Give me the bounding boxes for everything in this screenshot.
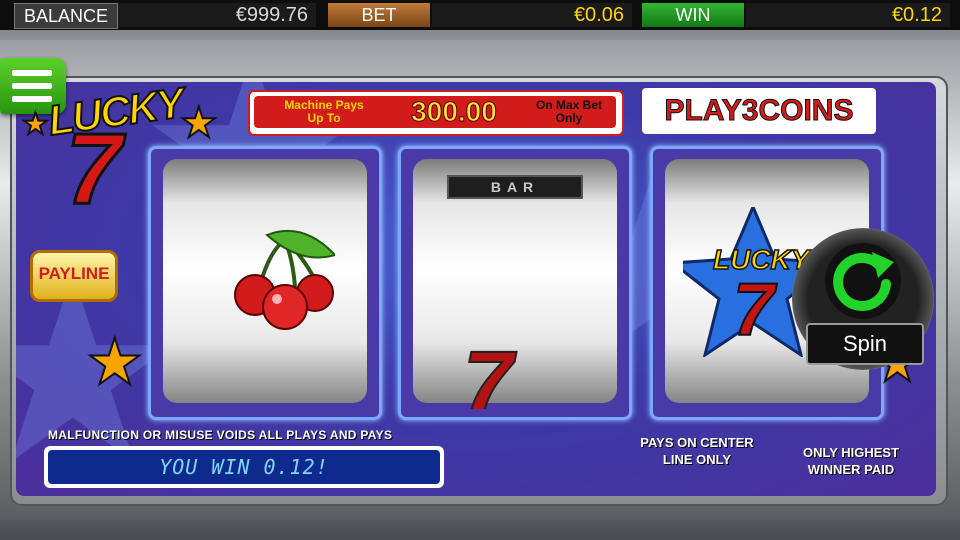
star-icon: ★ xyxy=(85,326,144,398)
max-bet-caption: On Max Bet Only xyxy=(535,98,602,125)
cherry-icon xyxy=(234,230,335,330)
only-highest-notice: ONLY HIGHEST WINNER PAID xyxy=(802,445,900,477)
refresh-icon[interactable] xyxy=(822,240,904,322)
win-message: YOU WIN 0.12! xyxy=(48,450,440,484)
pays-center-line-notice: PAYS ON CENTER LINE ONLY xyxy=(640,435,754,467)
reel-1 xyxy=(148,146,382,420)
seven-symbol: 7 xyxy=(462,339,514,409)
message-display: YOU WIN 0.12! xyxy=(44,446,444,488)
bet-value: €0.06 xyxy=(432,3,632,27)
star-icon: ★ xyxy=(179,99,219,146)
balance-value: €999.76 xyxy=(118,3,316,27)
reel-2: BAR 7 xyxy=(398,146,632,420)
bet-label[interactable]: BET xyxy=(328,3,430,27)
balance-label: BALANCE xyxy=(14,3,118,29)
svg-text:7: 7 xyxy=(733,268,778,351)
status-bar: BALANCE €999.76 BET €0.06 WIN €0.12 xyxy=(0,0,960,30)
logo-number: 7 xyxy=(65,112,124,227)
malfunction-notice: MALFUNCTION OR MISUSE VOIDS ALL PLAYS AN… xyxy=(48,428,393,442)
win-label: WIN xyxy=(642,3,744,27)
play-coins-banner: PLAY3COINS xyxy=(642,88,876,134)
max-payout-caption: Machine Pays Up To xyxy=(284,98,364,125)
spin-button[interactable]: Spin xyxy=(806,323,924,365)
max-payout-value: 300.00 xyxy=(411,96,498,128)
max-payout-display: Machine Pays Up To 300.00 On Max Bet Onl… xyxy=(248,90,624,136)
hamburger-icon xyxy=(12,70,52,76)
star-icon: ★ xyxy=(21,108,50,141)
bar-symbol: BAR xyxy=(447,175,583,199)
win-value: €0.12 xyxy=(746,3,950,27)
payline-indicator: PAYLINE xyxy=(30,250,118,302)
